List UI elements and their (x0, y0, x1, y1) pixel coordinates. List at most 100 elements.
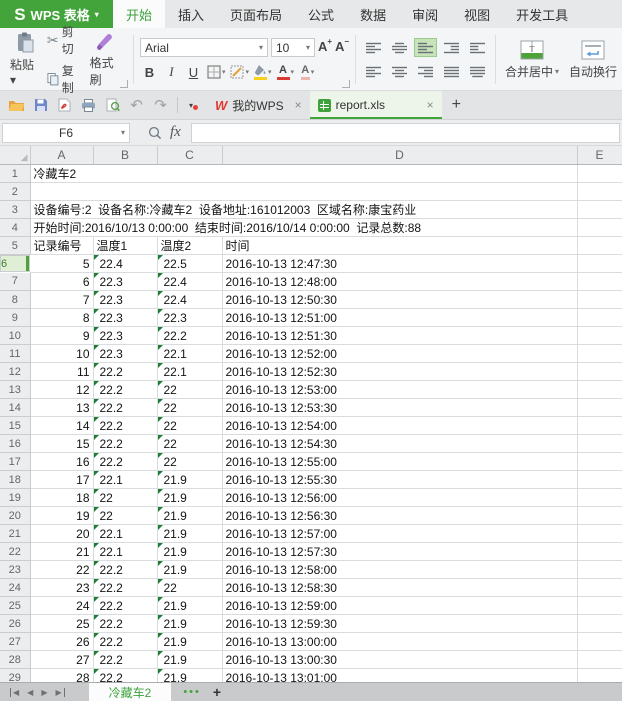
underline-button[interactable]: U (184, 63, 203, 82)
cell[interactable]: 2016-10-13 12:59:00 (222, 597, 577, 615)
row-header-26[interactable]: 26 (0, 615, 30, 633)
cell[interactable]: 22.2 (93, 453, 157, 471)
cell[interactable]: 27 (30, 651, 93, 669)
cell[interactable]: 21.9 (157, 669, 222, 683)
cell[interactable]: 22.3 (157, 309, 222, 327)
cell[interactable]: 2016-10-13 12:54:00 (222, 417, 577, 435)
merge-center-button[interactable]: T 合并居中▾ (502, 40, 562, 80)
cell[interactable] (577, 543, 622, 561)
menu-tab-view[interactable]: 视图 (451, 0, 503, 28)
row-header-3[interactable]: 3 (0, 201, 30, 219)
cell[interactable] (577, 417, 622, 435)
document-tab-0[interactable]: W我的WPS× (207, 91, 310, 119)
row-header-21[interactable]: 21 (0, 525, 30, 543)
align-right-button[interactable] (414, 62, 437, 81)
cell[interactable]: 22.2 (93, 615, 157, 633)
cell[interactable]: 22.2 (93, 669, 157, 683)
cell[interactable]: 22.2 (93, 651, 157, 669)
cell[interactable]: 21.9 (157, 633, 222, 651)
row-header-29[interactable]: 29 (0, 669, 30, 683)
cell[interactable] (577, 327, 622, 345)
cell[interactable]: 16 (30, 453, 93, 471)
cell[interactable]: 22.1 (157, 345, 222, 363)
cell[interactable]: 2016-10-13 12:59:30 (222, 615, 577, 633)
cell[interactable]: 21.9 (157, 597, 222, 615)
document-tab-active[interactable]: report.xls× (310, 91, 442, 119)
cell[interactable]: 温度2 (157, 237, 222, 255)
cell[interactable] (577, 579, 622, 597)
cell[interactable]: 2016-10-13 12:51:30 (222, 327, 577, 345)
paste-button[interactable]: 粘贴 ▾ (6, 31, 45, 88)
cell[interactable]: 2016-10-13 12:54:30 (222, 435, 577, 453)
cell[interactable]: 22.2 (93, 363, 157, 381)
increase-font-button[interactable]: A+ (318, 38, 332, 58)
cell[interactable]: 2016-10-13 13:00:30 (222, 651, 577, 669)
menu-tab-formulas[interactable]: 公式 (295, 0, 347, 28)
cell[interactable]: 22.3 (93, 345, 157, 363)
cell[interactable]: 26 (30, 633, 93, 651)
cell[interactable]: 设备编号:2 设备名称:冷藏车2 设备地址:161012003 区域名称:康宝药… (30, 201, 577, 219)
cell[interactable] (577, 381, 622, 399)
cell[interactable]: 2016-10-13 13:00:00 (222, 633, 577, 651)
cell[interactable]: 20 (30, 525, 93, 543)
cell[interactable]: 7 (30, 291, 93, 309)
font-dialog-launcher[interactable] (342, 80, 350, 88)
cell[interactable]: 10 (30, 345, 93, 363)
cell[interactable]: 2016-10-13 12:58:30 (222, 579, 577, 597)
cell[interactable]: 2016-10-13 12:55:00 (222, 453, 577, 471)
cell[interactable] (577, 507, 622, 525)
cell[interactable] (577, 453, 622, 471)
menu-tab-insert[interactable]: 插入 (165, 0, 217, 28)
cell[interactable]: 22.2 (93, 597, 157, 615)
cell[interactable]: 11 (30, 363, 93, 381)
cell[interactable]: 22 (157, 381, 222, 399)
align-bottom-button[interactable] (414, 38, 437, 57)
search-function-icon[interactable] (148, 126, 162, 140)
cell[interactable]: 22.1 (157, 363, 222, 381)
cell[interactable]: 23 (30, 579, 93, 597)
font-color-button[interactable]: A ▾ (276, 63, 296, 82)
cell[interactable]: 22.4 (157, 291, 222, 309)
cell[interactable]: 温度1 (93, 237, 157, 255)
cell[interactable]: 2016-10-13 12:53:00 (222, 381, 577, 399)
cell[interactable]: 2016-10-13 12:56:00 (222, 489, 577, 507)
cell[interactable]: 22.2 (93, 399, 157, 417)
cell[interactable]: 22 (157, 453, 222, 471)
row-header-2[interactable]: 2 (0, 183, 30, 201)
cell[interactable]: 2016-10-13 12:57:30 (222, 543, 577, 561)
cell[interactable]: 21.9 (157, 507, 222, 525)
row-header-25[interactable]: 25 (0, 597, 30, 615)
row-header-7[interactable]: 7 (0, 273, 30, 291)
cell[interactable]: 22.1 (93, 543, 157, 561)
cell[interactable]: 17 (30, 471, 93, 489)
row-header-16[interactable]: 16 (0, 435, 30, 453)
cell[interactable] (577, 201, 622, 219)
cell[interactable] (577, 273, 622, 291)
open-file-button[interactable] (5, 94, 28, 116)
row-header-18[interactable]: 18 (0, 471, 30, 489)
cell[interactable]: 6 (30, 273, 93, 291)
row-header-19[interactable]: 19 (0, 489, 30, 507)
cell[interactable] (577, 435, 622, 453)
redo-button[interactable]: ↷ (149, 94, 172, 116)
customize-toolbar-button[interactable]: ▾ (183, 101, 199, 110)
menu-tab-review[interactable]: 审阅 (399, 0, 451, 28)
cell[interactable]: 22 (157, 435, 222, 453)
cell[interactable] (577, 651, 622, 669)
cell[interactable]: 22.2 (93, 633, 157, 651)
draw-border-button[interactable]: ▾ (229, 63, 250, 82)
cell[interactable]: 开始时间:2016/10/13 0:00:00 结束时间:2016/10/14 … (30, 219, 577, 237)
cell[interactable]: 22 (157, 417, 222, 435)
cell[interactable] (577, 471, 622, 489)
column-header-E[interactable]: E (577, 146, 622, 165)
row-header-11[interactable]: 11 (0, 345, 30, 363)
cell[interactable]: 2016-10-13 12:51:00 (222, 309, 577, 327)
cell[interactable] (577, 489, 622, 507)
cell[interactable]: 2016-10-13 12:58:00 (222, 561, 577, 579)
cell[interactable]: 19 (30, 507, 93, 525)
cell[interactable]: 2016-10-13 12:50:30 (222, 291, 577, 309)
bold-button[interactable]: B (140, 63, 159, 82)
borders-button[interactable]: ▾ (206, 63, 227, 82)
next-sheet-button[interactable]: ▶ (41, 688, 47, 697)
cell[interactable]: 24 (30, 597, 93, 615)
